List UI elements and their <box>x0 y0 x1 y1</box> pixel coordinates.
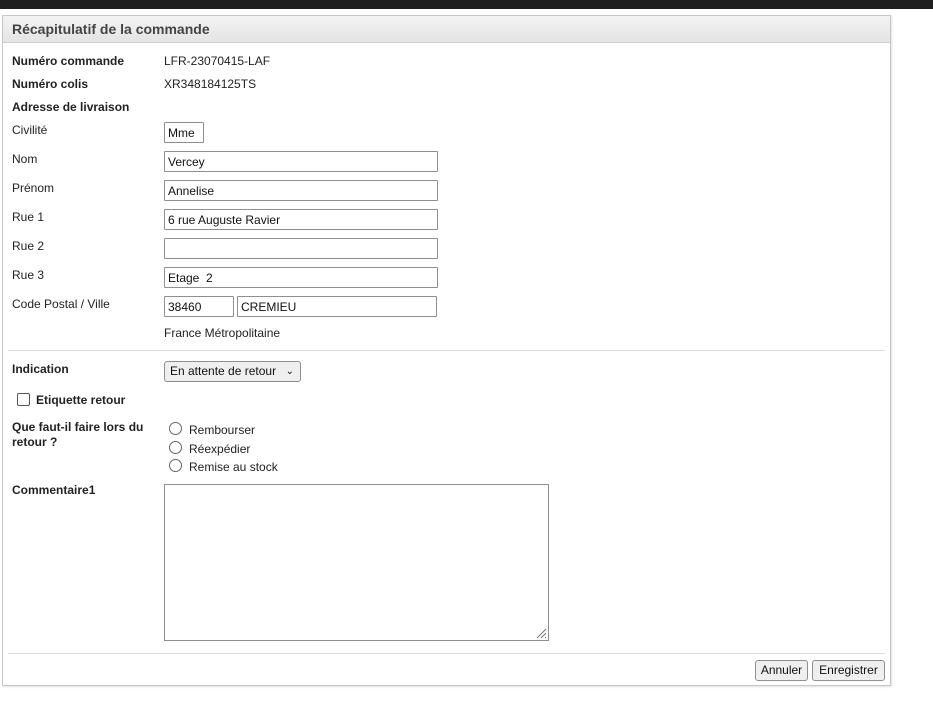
city-field[interactable] <box>237 296 437 317</box>
radio-reship-label: Réexpédier <box>189 442 251 456</box>
section-divider <box>8 350 885 351</box>
return-label-text: Etiquette retour <box>36 393 126 407</box>
return-action-question: Que faut-il faire lors du retour ? <box>12 420 143 450</box>
firstname-field[interactable] <box>164 180 438 201</box>
street1-label: Rue 1 <box>12 210 45 224</box>
radio-refund[interactable] <box>169 422 182 435</box>
return-action-question-line2: retour ? <box>12 435 58 449</box>
delivery-address-heading: Adresse de livraison <box>12 100 130 114</box>
save-button[interactable]: Enregistrer <box>812 660 885 681</box>
parcel-number-value: XR348184125TS <box>164 77 257 91</box>
cancel-button[interactable]: Annuler <box>755 660 808 681</box>
comment-textarea[interactable] <box>164 484 549 641</box>
postal-city-label: Code Postal / Ville <box>12 297 110 311</box>
radio-restock-label: Remise au stock <box>189 460 278 474</box>
street1-field[interactable] <box>164 209 438 230</box>
lastname-field[interactable] <box>164 151 438 172</box>
civility-label: Civilité <box>12 123 48 137</box>
resize-handle-icon[interactable] <box>535 627 547 639</box>
browser-toolbar-strip <box>0 0 933 9</box>
chevron-down-icon: ⌄ <box>285 366 294 377</box>
comment-label: Commentaire1 <box>12 483 96 497</box>
lastname-label: Nom <box>12 152 38 166</box>
civility-field[interactable] <box>164 122 204 143</box>
parcel-number-label: Numéro colis <box>12 77 89 91</box>
order-number-value: LFR-23070415-LAF <box>164 54 271 68</box>
indication-select[interactable]: En attente de retour ⌄ <box>164 361 301 382</box>
firstname-label: Prénom <box>12 181 55 195</box>
radio-restock[interactable] <box>169 459 182 472</box>
radio-refund-label: Rembourser <box>189 423 256 437</box>
indication-selected-value: En attente de retour <box>170 364 277 378</box>
postal-code-field[interactable] <box>164 296 234 317</box>
country-text: France Métropolitaine <box>164 326 281 340</box>
street3-field[interactable] <box>164 267 438 288</box>
panel-title: Récapitulatif de la commande <box>3 16 890 43</box>
footer-divider <box>8 653 885 654</box>
order-number-label: Numéro commande <box>12 54 125 68</box>
indication-label: Indication <box>12 362 69 376</box>
return-label-checkbox[interactable] <box>17 393 30 406</box>
street2-label: Rue 2 <box>12 239 45 253</box>
radio-reship[interactable] <box>169 441 182 454</box>
order-summary-panel: Récapitulatif de la commande Numéro comm… <box>2 15 891 686</box>
return-action-question-line1: Que faut-il faire lors du <box>12 420 144 434</box>
street2-field[interactable] <box>164 238 438 259</box>
street3-label: Rue 3 <box>12 268 45 282</box>
